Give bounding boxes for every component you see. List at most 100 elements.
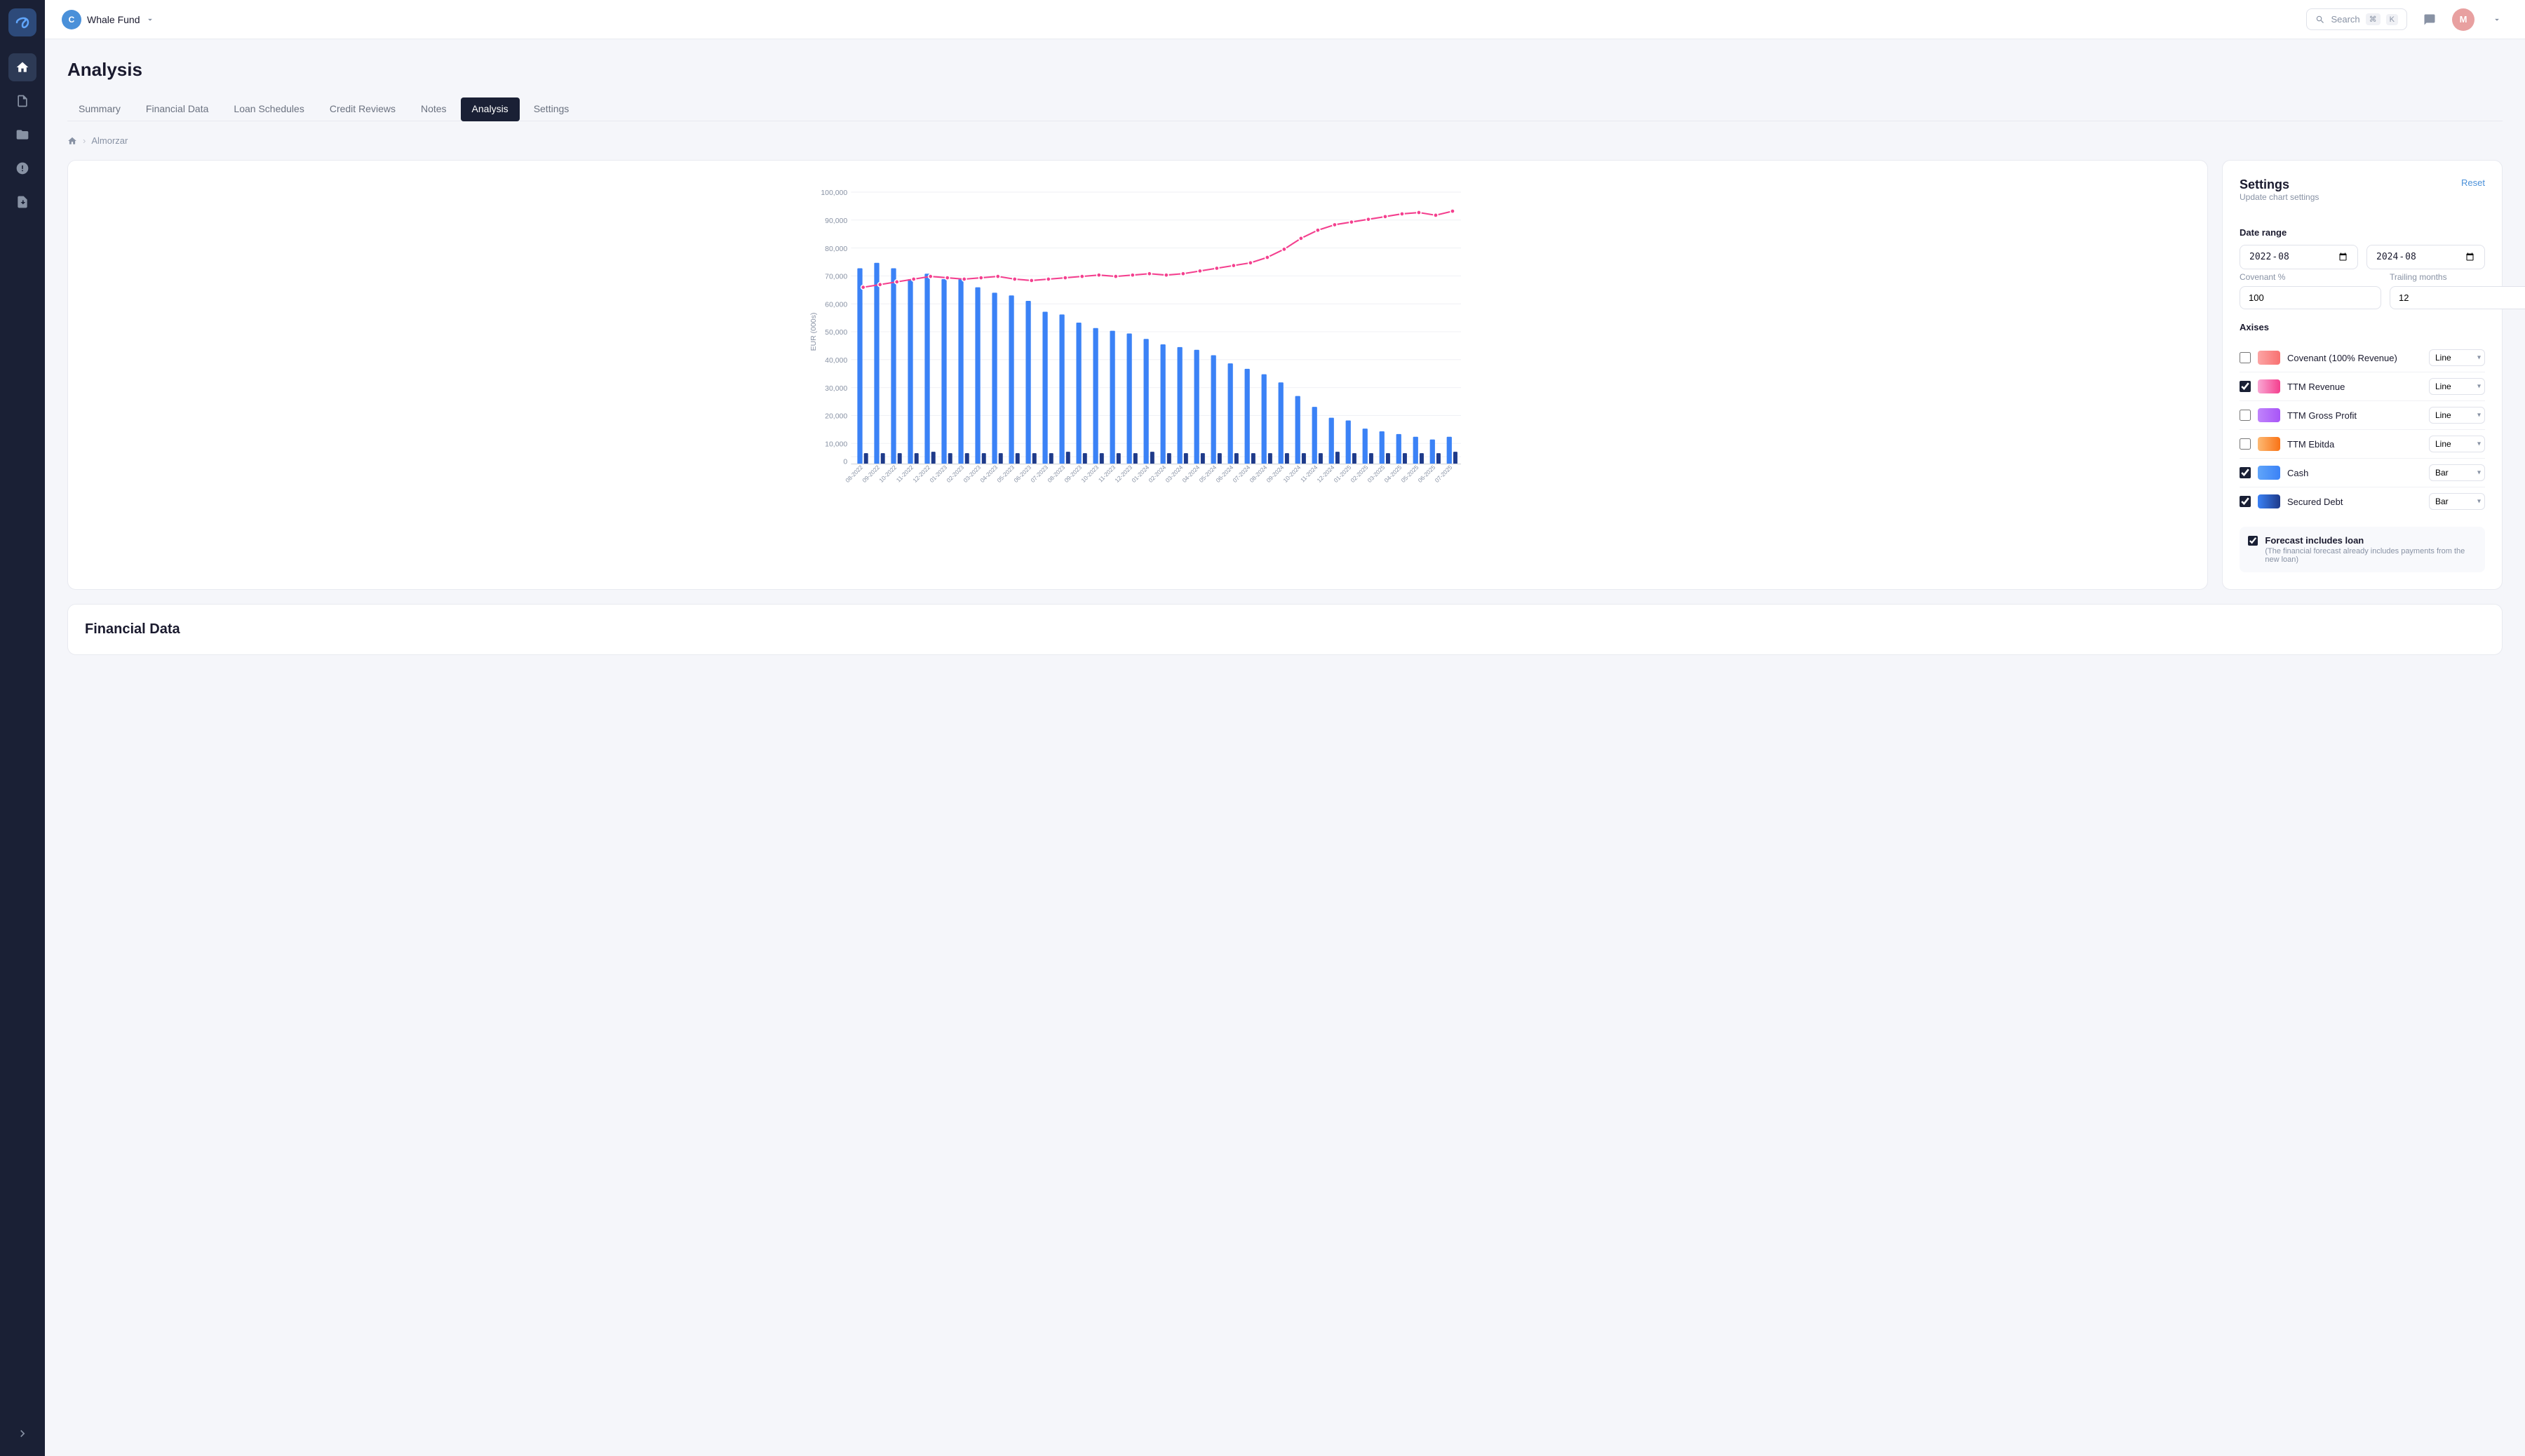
color-swatch-ttm-gross-profit <box>2258 408 2280 422</box>
tab-summary[interactable]: Summary <box>67 97 132 121</box>
svg-text:10,000: 10,000 <box>825 440 847 448</box>
axis-name-ttm-revenue: TTM Revenue <box>2287 382 2422 392</box>
svg-text:03-2024: 03-2024 <box>1164 464 1184 484</box>
axes-section: Covenant (100% Revenue) LineBar TTM Revenu… <box>2240 344 2485 515</box>
sidebar-item-collapse[interactable] <box>8 1420 36 1448</box>
sidebar-item-finance[interactable] <box>8 154 36 182</box>
tab-credit-reviews[interactable]: Credit Reviews <box>318 97 407 121</box>
axis-name-ttm-gross-profit: TTM Gross Profit <box>2287 410 2422 421</box>
axis-name-secured-debt: Secured Debt <box>2287 497 2422 507</box>
svg-text:05-2025: 05-2025 <box>1400 464 1420 484</box>
svg-text:04-2025: 04-2025 <box>1383 464 1403 484</box>
svg-text:20,000: 20,000 <box>825 413 847 421</box>
axis-row-covenant: Covenant (100% Revenue) LineBar <box>2240 344 2485 372</box>
axis-row-cash: CashLineBar <box>2240 459 2485 487</box>
svg-text:0: 0 <box>843 459 847 466</box>
axis-row-ttm-ebitda: TTM EbitdaLineBar <box>2240 430 2485 459</box>
axis-type-select-ttm-gross-profit[interactable]: LineBar <box>2429 407 2485 424</box>
axis-checkbox-covenant[interactable] <box>2240 352 2251 363</box>
axis-checkbox-ttm-ebitda[interactable] <box>2240 438 2251 450</box>
axis-row-secured-debt: Secured Debt LineBar <box>2240 487 2485 515</box>
sidebar-item-export[interactable] <box>8 188 36 216</box>
tab-analysis[interactable]: Analysis <box>461 97 520 121</box>
app-logo[interactable] <box>8 8 36 36</box>
sidebar-item-folder[interactable] <box>8 121 36 149</box>
axis-type-wrapper-covenant: LineBar <box>2429 349 2485 366</box>
svg-text:02-2023: 02-2023 <box>945 464 965 484</box>
svg-text:05-2024: 05-2024 <box>1197 464 1218 484</box>
user-avatar[interactable]: M <box>2452 8 2474 31</box>
axis-checkbox-ttm-gross-profit[interactable] <box>2240 410 2251 421</box>
svg-text:60,000: 60,000 <box>825 301 847 309</box>
axis-name-covenant: Covenant (100% Revenue) <box>2287 353 2422 363</box>
covenant-pct-label: Covenant % <box>2240 272 2381 282</box>
tab-financial-data[interactable]: Financial Data <box>135 97 220 121</box>
search-label: Search <box>2331 14 2359 25</box>
svg-text:05-2023: 05-2023 <box>995 464 1016 484</box>
svg-text:10-2022: 10-2022 <box>877 464 898 484</box>
search-shortcut-key: ⌘ <box>2366 13 2381 25</box>
fund-selector[interactable]: C Whale Fund <box>62 10 155 29</box>
svg-text:03-2025: 03-2025 <box>1366 464 1387 484</box>
settings-subtitle: Update chart settings <box>2240 192 2319 202</box>
svg-text:11-2023: 11-2023 <box>1097 464 1117 484</box>
search-icon <box>2315 15 2325 25</box>
forecast-sublabel: (The financial forecast already includes… <box>2265 547 2477 564</box>
chevron-down-icon <box>145 15 155 25</box>
home-breadcrumb-icon[interactable] <box>67 136 77 146</box>
svg-text:08-2022: 08-2022 <box>844 464 864 484</box>
reset-button[interactable]: Reset <box>2461 177 2485 188</box>
metrics-row: Covenant % Trailing months Covenant Metr… <box>2240 272 2485 311</box>
axis-type-select-cash[interactable]: LineBar <box>2429 464 2485 481</box>
axis-type-select-ttm-ebitda[interactable]: LineBar <box>2429 436 2485 452</box>
svg-text:12-2022: 12-2022 <box>911 464 931 484</box>
chart-settings-row: 100,000 90,000 80,000 70,000 60,000 50,0… <box>67 160 2503 590</box>
chart-area: 100,000 90,000 80,000 70,000 60,000 50,0… <box>85 177 2190 486</box>
axis-checkbox-cash[interactable] <box>2240 467 2251 478</box>
svg-text:06-2025: 06-2025 <box>1417 464 1437 484</box>
axis-type-wrapper-secured-debt: LineBar <box>2429 493 2485 510</box>
svg-text:10-2024: 10-2024 <box>1281 464 1302 484</box>
svg-text:100,000: 100,000 <box>821 189 847 197</box>
page-title: Analysis <box>67 59 2503 81</box>
axis-type-select-ttm-revenue[interactable]: LineBar <box>2429 378 2485 395</box>
axis-checkbox-ttm-revenue[interactable] <box>2240 381 2251 392</box>
svg-text:06-2024: 06-2024 <box>1214 464 1234 484</box>
main-area: C Whale Fund Search ⌘ K M Analysis Summa… <box>45 0 2525 1456</box>
tab-loan-schedules[interactable]: Loan Schedules <box>222 97 315 121</box>
fund-avatar: C <box>62 10 81 29</box>
covenant-pct-group: Covenant % <box>2240 272 2381 311</box>
breadcrumb-separator: › <box>83 135 86 146</box>
tab-settings[interactable]: Settings <box>523 97 581 121</box>
main-chart-svg: 100,000 90,000 80,000 70,000 60,000 50,0… <box>85 177 2190 486</box>
svg-text:90,000: 90,000 <box>825 217 847 225</box>
sidebar-item-document[interactable] <box>8 87 36 115</box>
financial-data-title: Financial Data <box>85 621 2485 638</box>
notifications-button[interactable] <box>2418 8 2441 31</box>
trailing-months-input[interactable] <box>2390 286 2525 309</box>
svg-text:03-2023: 03-2023 <box>962 464 982 484</box>
sidebar <box>0 0 45 1456</box>
tab-bar: SummaryFinancial DataLoan SchedulesCredi… <box>67 97 2503 121</box>
axis-row-ttm-gross-profit: TTM Gross Profit LineBar <box>2240 401 2485 430</box>
svg-text:08-2023: 08-2023 <box>1046 464 1066 484</box>
chart-card: 100,000 90,000 80,000 70,000 60,000 50,0… <box>67 160 2208 590</box>
user-menu-toggle[interactable] <box>2486 8 2508 31</box>
axis-type-select-covenant[interactable]: LineBar <box>2429 349 2485 366</box>
trailing-months-label: Trailing months <box>2390 272 2525 282</box>
date-start-input[interactable] <box>2240 245 2358 269</box>
svg-text:01-2024: 01-2024 <box>1130 464 1150 484</box>
svg-text:07-2023: 07-2023 <box>1029 464 1049 484</box>
svg-text:40,000: 40,000 <box>825 357 847 365</box>
axis-checkbox-secured-debt[interactable] <box>2240 496 2251 507</box>
search-box[interactable]: Search ⌘ K <box>2306 8 2407 30</box>
date-end-input[interactable] <box>2366 245 2485 269</box>
axis-type-select-secured-debt[interactable]: LineBar <box>2429 493 2485 510</box>
forecast-checkbox[interactable] <box>2248 535 2258 546</box>
svg-text:70,000: 70,000 <box>825 274 847 281</box>
covenant-pct-input[interactable] <box>2240 286 2381 309</box>
forecast-row: Forecast includes loan (The financial fo… <box>2240 527 2485 572</box>
tab-notes[interactable]: Notes <box>410 97 458 121</box>
sidebar-item-home[interactable] <box>8 53 36 81</box>
svg-text:50,000: 50,000 <box>825 329 847 337</box>
